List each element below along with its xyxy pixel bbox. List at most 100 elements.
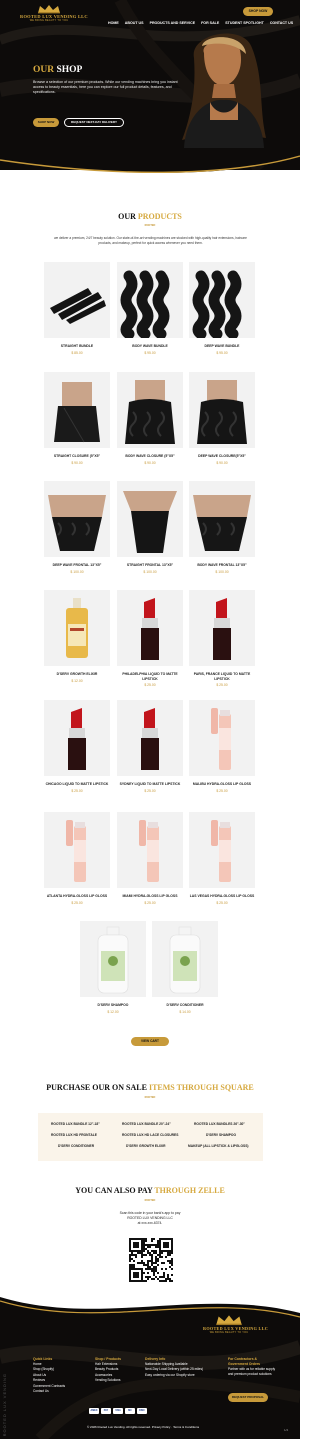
product-image[interactable] xyxy=(189,590,255,666)
visa-icon: VISA xyxy=(113,1408,123,1414)
product-card[interactable]: BODY WAVE BUNDLE $ 95.00 xyxy=(115,262,185,355)
product-name[interactable]: MIAMI HYDRA-GLOSS LIP GLOSS xyxy=(115,894,185,899)
product-card[interactable]: STRAIGHT BUNDLE $ 85.00 xyxy=(42,262,112,355)
product-name[interactable]: D'SERV GROWTH ELIXIR xyxy=(42,672,112,677)
nav-products-and-service[interactable]: PRODUCTS AND SERVICE xyxy=(150,21,196,25)
product-image[interactable] xyxy=(189,481,255,557)
product-image[interactable] xyxy=(189,700,255,776)
product-card[interactable]: PHILADELPHIA LIQUID TO MATTE LIPSTICK $ 2… xyxy=(115,590,185,687)
product-card[interactable]: BODY WAVE CLOSURE (5"X5" $ 90.00 xyxy=(115,372,185,465)
product-name[interactable]: D'SERV CONDITIONER xyxy=(150,1003,220,1008)
product-card[interactable]: DEEP WAVE CLOSURE(5"X5" $ 90.00 xyxy=(187,372,257,465)
zelle-qr-code xyxy=(129,1238,173,1282)
square-heading-ornament: ROOTED xyxy=(144,1096,156,1099)
product-name[interactable]: D'SERV SHAMPOO xyxy=(78,1003,148,1008)
product-card[interactable]: DEEP WAVE FRONTAL 13"X5" $ 100.00 xyxy=(42,481,112,574)
product-card[interactable]: PARIS, FRANCE LIQUID TO MATTE LIPSTICK $ … xyxy=(187,590,257,687)
product-image[interactable] xyxy=(189,262,255,338)
square-item[interactable]: ROOTED LUX BUNDLE 12"-18" xyxy=(51,1122,100,1126)
product-image[interactable] xyxy=(44,481,110,557)
hero-shop-now-button[interactable]: SHOP NOW xyxy=(33,118,59,127)
product-name[interactable]: PHILADELPHIA LIQUID TO MATTE LIPSTICK xyxy=(115,672,185,681)
square-item[interactable]: D'SERV CONDITIONER xyxy=(58,1144,94,1148)
product-image[interactable] xyxy=(80,921,146,997)
header-logo[interactable]: ROOTED LUX VENDING LLC WE BRING BEAUTY T… xyxy=(20,4,88,22)
product-card[interactable]: ATLANTA HYDRA-GLOSS LIP GLOSS $ 25.00 xyxy=(42,812,112,905)
product-image[interactable] xyxy=(117,700,183,776)
product-name[interactable]: CHICAGO LIQUID TO MATTE LIPSTICK xyxy=(42,782,112,787)
product-image[interactable] xyxy=(117,812,183,888)
square-item[interactable]: MAKEUP (ALL LIPSTICK & LIPGLOSS) xyxy=(188,1144,249,1148)
product-card[interactable]: D'SERV SHAMPOO $ 12.00 xyxy=(78,921,148,1014)
footer-link-vending[interactable]: Vending Solutions xyxy=(95,1378,121,1383)
product-card[interactable]: STRAIGHT CLOSURE (5"X5" $ 90.00 xyxy=(42,372,112,465)
product-name[interactable]: DEEP WAVE CLOSURE(5"X5" xyxy=(187,454,257,459)
product-card[interactable]: STRAIGHT FRONTAL 13"X5" $ 100.00 xyxy=(115,481,185,574)
footer-quick-links: Quick Links Home Shop (Shopify) About Us… xyxy=(33,1357,65,1394)
product-name[interactable]: DEEP WAVE BUNDLE xyxy=(187,344,257,349)
product-name[interactable]: PARIS, FRANCE LIQUID TO MATTE LIPSTICK xyxy=(187,672,257,681)
product-name[interactable]: BODY WAVE FRONTAL 13"X5" xyxy=(187,563,257,568)
product-image[interactable] xyxy=(44,700,110,776)
product-image[interactable] xyxy=(44,590,110,666)
product-name[interactable]: STRAIGHT FRONTAL 13"X5" xyxy=(115,563,185,568)
square-item[interactable]: ROOTED LUX BUNDLES 26"-30" xyxy=(194,1122,245,1126)
footer-shop-links: Shop / Products Hair Extensions Beauty P… xyxy=(95,1357,121,1384)
product-price: $ 100.00 xyxy=(143,569,157,574)
product-card[interactable]: D'SERV GROWTH ELIXIR $ 12.00 xyxy=(42,590,112,683)
product-card[interactable]: DEEP WAVE BUNDLE $ 95.00 xyxy=(187,262,257,355)
product-image[interactable] xyxy=(44,812,110,888)
product-image[interactable] xyxy=(117,481,183,557)
square-item[interactable]: ROOTED LUX HD FRONTALE xyxy=(51,1133,97,1137)
square-item[interactable]: ROOTED LUX BUNDLE 20"-24" xyxy=(122,1122,171,1126)
product-name[interactable]: MALIBU HYDRA-GLOSS LIP GLOSS xyxy=(187,782,257,787)
product-card[interactable]: BODY WAVE FRONTAL 13"X5" $ 100.00 xyxy=(187,481,257,574)
header-shop-now-button[interactable]: SHOP NOW xyxy=(243,7,273,16)
product-name[interactable]: BODY WAVE CLOSURE (5"X5" xyxy=(115,454,185,459)
nav-home[interactable]: HOME xyxy=(108,21,119,25)
product-image[interactable] xyxy=(189,372,255,448)
vertical-brand-text: ROOTED LUX VENDING xyxy=(2,1373,7,1437)
product-image[interactable] xyxy=(152,921,218,997)
request-proposal-button[interactable]: REQUEST PROPOSAL xyxy=(228,1393,268,1402)
product-name[interactable]: STRAIGHT CLOSURE (5"X5" xyxy=(42,454,112,459)
footer-link-contact[interactable]: Contact Us xyxy=(33,1389,65,1394)
product-card[interactable]: LAS VEGAS HYDRA-GLOSS LIP GLOSS $ 25.00 xyxy=(187,812,257,905)
product-name[interactable]: ATLANTA HYDRA-GLOSS LIP GLOSS xyxy=(42,894,112,899)
product-name[interactable]: LAS VEGAS HYDRA-GLOSS LIP GLOSS xyxy=(187,894,257,899)
product-card[interactable]: SYDNEY LIQUID TO MATTE LIPSTICK $ 25.00 xyxy=(115,700,185,793)
request-delivery-button[interactable]: REQUEST NEXT-DAY DELIVERY xyxy=(64,118,124,127)
product-card[interactable]: MIAMI HYDRA-GLOSS LIP GLOSS $ 25.00 xyxy=(115,812,185,905)
products-intro: we deliver a premium, 24/7 beauty soluti… xyxy=(54,236,247,245)
hero-model-image xyxy=(182,33,266,148)
nav-for-sale[interactable]: FOR SALE xyxy=(201,21,219,25)
products-heading-ornament: ROOTED xyxy=(144,224,156,227)
square-item[interactable]: D'SERV GROWTH ELIXIR xyxy=(126,1144,166,1148)
product-image[interactable] xyxy=(117,590,183,666)
footer-delivery-info: Delivery Info Nationwide Shipping Availa… xyxy=(145,1357,203,1378)
footer-logo[interactable]: ROOTED LUX VENDING LLC WE BRING BEAUTY T… xyxy=(203,1314,268,1334)
square-item[interactable]: D'SERV SHAMPOO xyxy=(206,1133,236,1137)
product-name[interactable]: SYDNEY LIQUID TO MATTE LIPSTICK xyxy=(115,782,185,787)
product-name[interactable]: BODY WAVE BUNDLE xyxy=(115,344,185,349)
product-image[interactable] xyxy=(189,812,255,888)
product-name[interactable]: STRAIGHT BUNDLE xyxy=(42,344,112,349)
product-name[interactable]: DEEP WAVE FRONTAL 13"X5" xyxy=(42,563,112,568)
product-price: $ 95.00 xyxy=(144,350,156,355)
privacy-policy-link[interactable]: Privacy Policy xyxy=(152,1425,171,1429)
nav-contact-us[interactable]: CONTACT US xyxy=(270,21,293,25)
product-image[interactable] xyxy=(44,372,110,448)
product-image[interactable] xyxy=(117,372,183,448)
product-card[interactable]: CHICAGO LIQUID TO MATTE LIPSTICK $ 25.00 xyxy=(42,700,112,793)
view-cart-button[interactable]: VIEW CART xyxy=(131,1037,169,1046)
product-image[interactable] xyxy=(117,262,183,338)
terms-link[interactable]: Terms & Conditions xyxy=(173,1425,199,1429)
nav-student-spotlight[interactable]: STUDENT SPOTLIGHT xyxy=(225,21,264,25)
nav-about-us[interactable]: ABOUT US xyxy=(125,21,144,25)
square-item[interactable]: ROOTED LUX HD LACE CLOSURES xyxy=(122,1133,178,1137)
amex-icon: AMEX xyxy=(89,1408,99,1414)
product-card[interactable]: MALIBU HYDRA-GLOSS LIP GLOSS $ 25.00 xyxy=(187,700,257,793)
main-nav: HOME ABOUT US PRODUCTS AND SERVICE FOR S… xyxy=(108,21,293,25)
product-image[interactable] xyxy=(44,262,110,338)
product-card[interactable]: D'SERV CONDITIONER $ 14.00 xyxy=(150,921,220,1014)
